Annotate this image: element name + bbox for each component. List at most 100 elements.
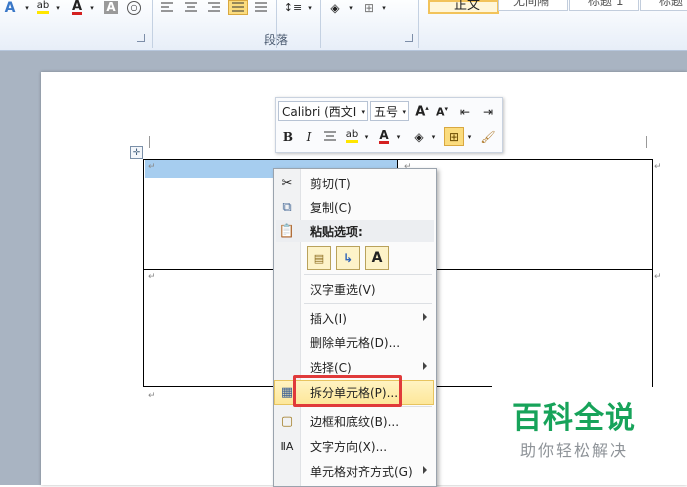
copy-icon: ⧉	[282, 199, 292, 215]
watermark-title: 百科全说	[512, 401, 636, 436]
align-center-button[interactable]	[184, 0, 198, 15]
paste-merge-formatting-button[interactable]: ↳	[336, 246, 360, 270]
menu-item-cut[interactable]: ✂ 剪切(T)	[276, 172, 434, 194]
font-dialog-launcher[interactable]	[137, 34, 145, 42]
decrease-indent-button[interactable]: ⇤	[456, 102, 474, 121]
font-color-button[interactable]: A	[68, 0, 86, 15]
ribbon: A ▾ ab ▾ A ▾ A ○ ↕≡ ▾ ◈ ▾ ⊞ ▾ 段落 正文 无间隔 …	[0, 0, 687, 51]
shading-button[interactable]: ◈	[326, 0, 344, 15]
menu-item-delete-cells[interactable]: 删除单元格(D)...	[276, 331, 434, 353]
justify-icon	[232, 2, 244, 12]
style-heading-1-label: 标题 1	[588, 0, 624, 8]
borders-button[interactable]: ⊞	[444, 127, 464, 146]
align-left-button[interactable]	[160, 0, 174, 15]
menu-item-label: 文字方向(X)...	[310, 440, 388, 454]
font-color-button[interactable]: A	[376, 127, 392, 146]
align-right-button[interactable]	[207, 0, 221, 15]
center-button[interactable]	[322, 127, 338, 146]
paint-bucket-icon: ◈	[330, 0, 340, 15]
highlighter-icon: ab	[345, 130, 359, 143]
highlight-button[interactable]: ab	[343, 127, 361, 146]
paste-text-only-icon: A	[371, 250, 383, 266]
style-normal[interactable]: 正文	[428, 0, 499, 14]
menu-item-label: 汉字重选(V)	[310, 283, 376, 297]
submenu-arrow-icon	[423, 313, 427, 321]
menu-item-paste-options: 📋 粘贴选项:	[276, 220, 434, 242]
menu-item-text-direction[interactable]: ⅡA 文字方向(X)...	[276, 435, 434, 457]
shading-dropdown[interactable]: ▾	[429, 127, 438, 146]
borders-icon: ▢	[280, 413, 294, 429]
increase-indent-button[interactable]: ⇥	[479, 102, 497, 121]
menu-item-label: 选择(C)	[310, 361, 352, 375]
distributed-icon	[255, 2, 267, 12]
shading-button[interactable]: ◈	[410, 127, 428, 146]
submenu-arrow-icon	[423, 362, 427, 370]
font-color-dropdown[interactable]: ▾	[394, 127, 403, 146]
menu-item-label: 边框和底纹(B)...	[310, 415, 400, 429]
paragraph-dialog-launcher[interactable]	[405, 34, 413, 42]
chevron-down-icon: ▾	[56, 3, 60, 12]
chevron-down-icon: ▾	[402, 108, 406, 116]
paragraph-group-label: 段落	[264, 33, 289, 47]
format-painter-button[interactable]: 🖌	[479, 127, 497, 146]
line-spacing-dropdown[interactable]: ▾	[305, 0, 315, 15]
font-size-box[interactable]: 五号 ▾	[370, 101, 409, 121]
menu-item-cell-alignment[interactable]: 单元格对齐方式(G)	[276, 460, 434, 482]
align-center-icon	[324, 131, 336, 141]
shrink-font-button[interactable]: A▾	[434, 102, 450, 121]
line-spacing-button[interactable]: ↕≡	[284, 0, 302, 15]
menu-item-reconvert[interactable]: 汉字重选(V)	[276, 278, 434, 300]
watermark-subtitle: 助你轻松解决	[520, 441, 629, 460]
menu-item-insert[interactable]: 插入(I)	[276, 307, 434, 329]
bold-button[interactable]: B	[280, 127, 296, 146]
menu-item-label: 复制(C)	[310, 201, 352, 215]
shading-dropdown[interactable]: ▾	[346, 0, 356, 15]
chevron-down-icon: ▾	[308, 3, 312, 12]
paste-keep-formatting-button[interactable]: ▤	[307, 246, 331, 270]
chevron-down-icon: ▾	[90, 3, 94, 12]
style-heading[interactable]: 标题	[640, 0, 687, 11]
text-effects-dropdown[interactable]: ▾	[22, 0, 32, 15]
clipboard-icon: 📋	[278, 223, 296, 239]
scissors-icon: ✂	[281, 175, 293, 191]
grow-font-icon: A▴	[415, 103, 429, 120]
distributed-button[interactable]	[254, 0, 268, 15]
style-heading-1[interactable]: 标题 1	[569, 0, 639, 11]
borders-dropdown[interactable]: ▾	[379, 0, 389, 15]
font-name-box[interactable]: Calibri (西文I ▾	[278, 101, 368, 121]
text-direction-icon: ⅡA	[280, 439, 294, 453]
align-right-icon	[208, 2, 220, 12]
mini-toolbar: Calibri (西文I ▾ 五号 ▾ A▴ A▾ ⇤ ⇥ B I ab ▾ A…	[275, 97, 503, 153]
style-no-spacing-label: 无间隔	[513, 0, 550, 8]
chevron-down-icon: ▾	[364, 132, 369, 141]
table-move-handle[interactable]: ✛	[130, 146, 143, 159]
font-name-value: Calibri (西文I	[282, 105, 357, 119]
borders-button[interactable]: ⊞	[360, 0, 378, 15]
menu-item-copy[interactable]: ⧉ 复制(C)	[276, 196, 434, 218]
highlight-dropdown[interactable]: ▾	[53, 0, 63, 15]
chevron-down-icon: ▾	[349, 3, 353, 12]
menu-item-label: 单元格对齐方式(G)	[310, 465, 413, 479]
paste-text-only-button[interactable]: A	[365, 246, 389, 270]
enclose-characters-icon: ○	[127, 0, 141, 15]
menu-item-borders-shading[interactable]: ▢ 边框和底纹(B)...	[276, 410, 434, 432]
font-color-dropdown[interactable]: ▾	[87, 0, 97, 15]
style-normal-label: 正文	[454, 0, 481, 13]
italic-button[interactable]: I	[301, 127, 317, 146]
borders-dropdown[interactable]: ▾	[465, 127, 474, 146]
align-center-icon	[185, 2, 197, 12]
justify-button[interactable]	[228, 0, 248, 15]
grow-font-button[interactable]: A▴	[414, 102, 430, 121]
highlight-dropdown[interactable]: ▾	[362, 127, 371, 146]
borders-icon: ⊞	[363, 0, 375, 15]
highlight-color-button[interactable]: ab	[34, 0, 52, 15]
character-shading-button[interactable]: A	[103, 0, 119, 15]
highlighter-icon: ab	[36, 1, 50, 14]
chevron-down-icon: ▾	[431, 132, 436, 141]
chevron-down-icon: ▾	[361, 108, 365, 116]
font-color-icon: A	[379, 127, 389, 144]
enclose-characters-button[interactable]: ○	[125, 0, 143, 15]
move-handle-icon: ✛	[132, 147, 141, 158]
style-no-spacing[interactable]: 无间隔	[498, 0, 568, 11]
text-effects-button[interactable]: A	[2, 0, 18, 16]
